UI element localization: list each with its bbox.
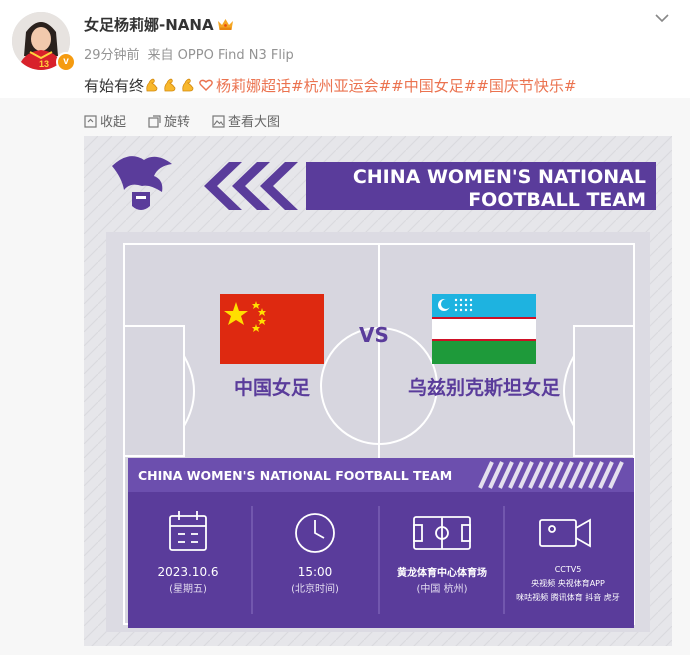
tag-hangzhou-asian-games[interactable]: #杭州亚运会# [291, 77, 391, 95]
broadcast-line3: 咪咕视频 腾讯体育 抖音 虎牙 [516, 592, 620, 602]
uzbekistan-flag-icon [432, 294, 536, 364]
banner-title-line2: FOOTBALL TEAM [468, 189, 646, 211]
home-team-name: 中国女足 [234, 376, 311, 399]
view-large-button[interactable]: 查看大图 [212, 111, 280, 130]
collapse-icon [84, 115, 97, 128]
broadcast-line2: 央视频 央视体育APP [531, 578, 605, 588]
match-time: 15:00 [298, 565, 333, 579]
post-text: 有始有终 杨莉娜超话#杭州亚运会##中国女足##国庆节快乐# [84, 75, 576, 97]
author-name[interactable]: 女足杨莉娜-NANA [84, 14, 234, 35]
rotate-button[interactable]: 旋转 [148, 111, 190, 130]
vs-label: VS [359, 323, 389, 347]
match-weekday: (星期五) [169, 583, 207, 595]
away-team-name: 乌兹别克斯坦女足 [408, 376, 561, 399]
image-toolbar: 收起 旋转 查看大图 [84, 111, 302, 130]
view-large-label: 查看大图 [228, 115, 281, 130]
jersey-number: 13 [39, 59, 49, 69]
collapse-button[interactable]: 收起 [84, 111, 126, 130]
heart-icon [199, 79, 213, 91]
banner-title-line1: CHINA WOMEN'S NATIONAL [353, 166, 646, 188]
flexed-biceps-icon [164, 78, 176, 92]
chevron-down-icon[interactable] [652, 10, 672, 26]
post-meta: 29分钟前 来自 OPPO Find N3 Flip [84, 44, 302, 63]
match-city: (中国 杭州) [417, 582, 468, 595]
post-time[interactable]: 29分钟前 [84, 48, 140, 63]
match-date: 2023.10.6 [157, 565, 218, 579]
tag-china-women-football[interactable]: #中国女足# [391, 77, 476, 95]
match-poster-image[interactable]: CHINA WOMEN'S NATIONAL FOOTBALL TEAM VS [84, 136, 672, 646]
crown-icon [217, 19, 233, 30]
image-icon [212, 115, 225, 128]
info-header-title: CHINA WOMEN'S NATIONAL FOOTBALL TEAM [138, 468, 452, 483]
author-name-text: 女足杨莉娜-NANA [84, 16, 214, 34]
china-flag-icon [220, 294, 324, 364]
match-timezone: (北京时间) [291, 582, 339, 595]
flexed-biceps-icon [146, 78, 158, 92]
info-panel [128, 492, 634, 628]
match-venue: 黄龙体育中心体育场 [397, 566, 487, 579]
flexed-biceps-icon [182, 78, 194, 92]
tag-national-day[interactable]: #国庆节快乐# [476, 77, 576, 95]
broadcast-line1: CCTV5 [555, 565, 582, 574]
rotate-label: 旋转 [164, 115, 191, 130]
post-text-body: 有始有终 [84, 77, 145, 95]
rotate-icon [148, 115, 161, 128]
tag-supertopic[interactable]: 杨莉娜超话 [216, 77, 291, 95]
collapse-label: 收起 [100, 115, 127, 130]
post-source: 来自 OPPO Find N3 Flip [147, 48, 294, 63]
verified-badge-icon: v [56, 52, 76, 72]
